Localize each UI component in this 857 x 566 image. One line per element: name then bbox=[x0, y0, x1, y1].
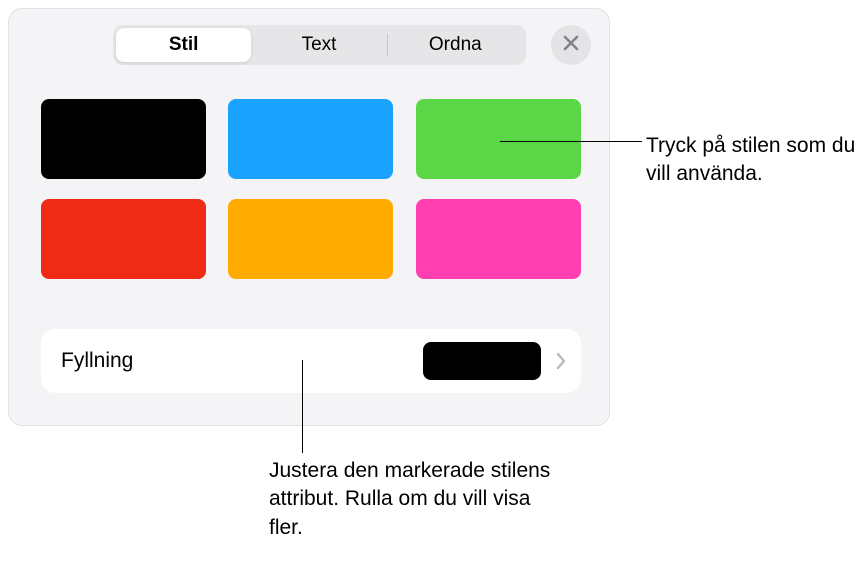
fill-label: Fyllning bbox=[61, 349, 423, 373]
close-button[interactable] bbox=[551, 25, 591, 65]
tab-label: Text bbox=[302, 34, 337, 56]
style-swatch-green[interactable] bbox=[416, 99, 581, 179]
style-swatch-pink[interactable] bbox=[416, 199, 581, 279]
style-swatch-red[interactable] bbox=[41, 199, 206, 279]
callout-adjust-attributes: Justera den markerade stilens attribut. … bbox=[269, 457, 559, 542]
style-swatch-blue[interactable] bbox=[228, 99, 393, 179]
tab-label: Ordna bbox=[429, 34, 482, 56]
chevron-right-icon bbox=[555, 351, 567, 371]
callout-tap-style: Tryck på stilen som du vill använda. bbox=[646, 132, 856, 189]
tab-ordna[interactable]: Ordna bbox=[388, 28, 523, 62]
fill-color-preview bbox=[423, 342, 541, 380]
tab-text[interactable]: Text bbox=[251, 28, 386, 62]
style-swatch-orange[interactable] bbox=[228, 199, 393, 279]
tab-label: Stil bbox=[169, 34, 199, 56]
style-swatch-grid bbox=[41, 99, 581, 279]
tab-stil[interactable]: Stil bbox=[116, 28, 251, 62]
style-swatch-black[interactable] bbox=[41, 99, 206, 179]
callout-line bbox=[302, 360, 303, 453]
format-panel: Stil Text Ordna Fyllning bbox=[8, 8, 610, 426]
callout-line bbox=[500, 141, 642, 142]
fill-row[interactable]: Fyllning bbox=[41, 329, 581, 393]
tab-bar: Stil Text Ordna bbox=[113, 25, 526, 65]
close-icon bbox=[562, 34, 580, 57]
